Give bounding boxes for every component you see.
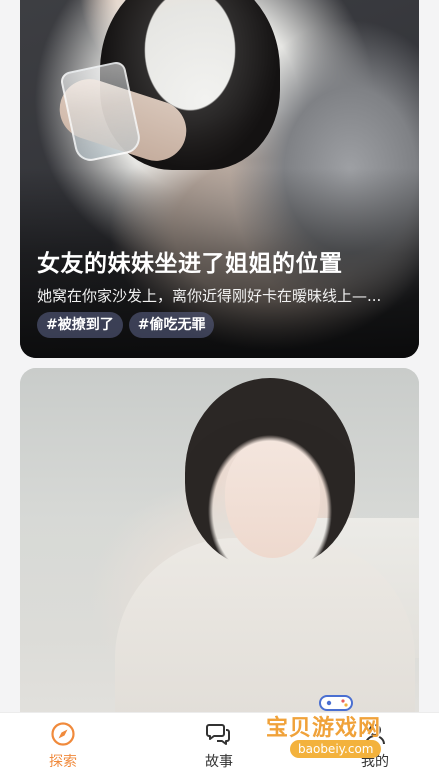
story-card[interactable]: 女友的妹妹坐进了姐姐的位置 她窝在你家沙发上，离你近得刚好卡在暧昧线上—... … (20, 0, 419, 358)
chat-bubbles-icon (206, 721, 232, 747)
nav-item-explore[interactable]: 探索 (23, 721, 103, 771)
nav-item-mine[interactable]: 我的 (335, 721, 415, 771)
story-title: 女友的妹妹坐进了姐姐的位置 (37, 251, 343, 277)
story-tag[interactable]: #偷吃无罪 (128, 312, 215, 338)
compass-icon (50, 721, 76, 747)
nav-label: 故事 (205, 754, 233, 770)
bottom-nav: 探索 故事 我的 (0, 712, 439, 780)
story-tags: #被撩到了 #偷吃无罪 (37, 312, 215, 338)
story-card[interactable] (20, 368, 419, 712)
nav-item-story[interactable]: 故事 (179, 721, 259, 771)
story-description: 她窝在你家沙发上，离你近得刚好卡在暧昧线上—... (37, 287, 382, 305)
nav-label: 探索 (49, 754, 77, 770)
person-icon (362, 721, 388, 747)
story-feed: 女友的妹妹坐进了姐姐的位置 她窝在你家沙发上，离你近得刚好卡在暧昧线上—... … (0, 0, 439, 712)
story-tag[interactable]: #被撩到了 (37, 312, 123, 338)
nav-label: 我的 (361, 754, 389, 770)
